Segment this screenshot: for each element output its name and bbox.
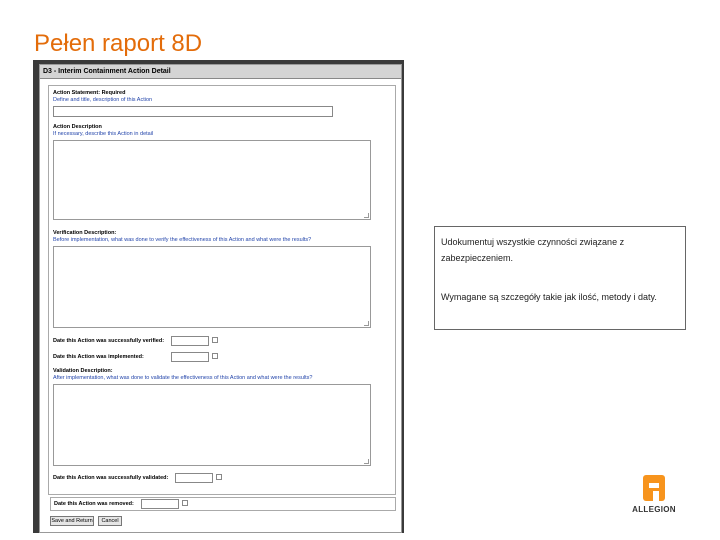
calendar-icon[interactable] [212, 353, 218, 359]
action-statement-input[interactable] [53, 106, 333, 117]
note-box: Udokumentuj wszystkie czynności związane… [434, 226, 686, 330]
cancel-button[interactable]: Cancel [98, 516, 122, 526]
validation-description-label: Validation Description: [53, 368, 113, 374]
action-description-label: Action Description [53, 124, 102, 130]
date-removed-input[interactable] [141, 499, 179, 509]
action-statement-label: Action Statement: Required [53, 90, 126, 96]
calendar-icon[interactable] [182, 500, 188, 506]
allegion-mark-icon [643, 475, 665, 501]
date-implemented-input[interactable] [171, 352, 209, 362]
validation-description-help: After implementation, what was done to v… [53, 375, 313, 381]
calendar-icon[interactable] [216, 474, 222, 480]
date-removed-label: Date this Action was removed: [54, 501, 134, 507]
form-panel: D3 - Interim Containment Action Detail A… [39, 64, 402, 533]
verification-description-textarea[interactable] [53, 246, 371, 328]
date-verified-label: Date this Action was successfully verifi… [53, 338, 165, 344]
calendar-icon[interactable] [212, 337, 218, 343]
slide-title: Pełen raport 8D [34, 30, 203, 57]
action-statement-help: Define and title, description of this Ac… [53, 97, 153, 103]
allegion-logo: ALLEGION [622, 474, 686, 514]
date-validated-label: Date this Action was successfully valida… [53, 475, 169, 481]
save-and-return-button[interactable]: Save and Return [50, 516, 94, 526]
logo-text: ALLEGION [632, 505, 676, 514]
form-screenshot: D3 - Interim Containment Action Detail A… [33, 60, 404, 533]
validation-description-textarea[interactable] [53, 384, 371, 466]
action-description-textarea[interactable] [53, 140, 371, 220]
form-body: Action Statement: Required Define and ti… [48, 85, 396, 495]
date-validated-input[interactable] [175, 473, 213, 483]
note-text-1: Udokumentuj wszystkie czynności związane… [441, 237, 625, 263]
verification-description-label: Verification Description: [53, 230, 117, 236]
note-text-2: Wymagane są szczegóły takie jak ilość, m… [441, 292, 657, 302]
action-description-help: If necessary, describe this Action in de… [53, 131, 154, 137]
verification-description-help: Before implementation, what was done to … [53, 237, 312, 243]
date-removed-row: Date this Action was removed: [50, 497, 396, 511]
date-verified-input[interactable] [171, 336, 209, 346]
form-header: D3 - Interim Containment Action Detail [40, 65, 401, 79]
date-implemented-label: Date this Action was implemented: [53, 354, 144, 360]
